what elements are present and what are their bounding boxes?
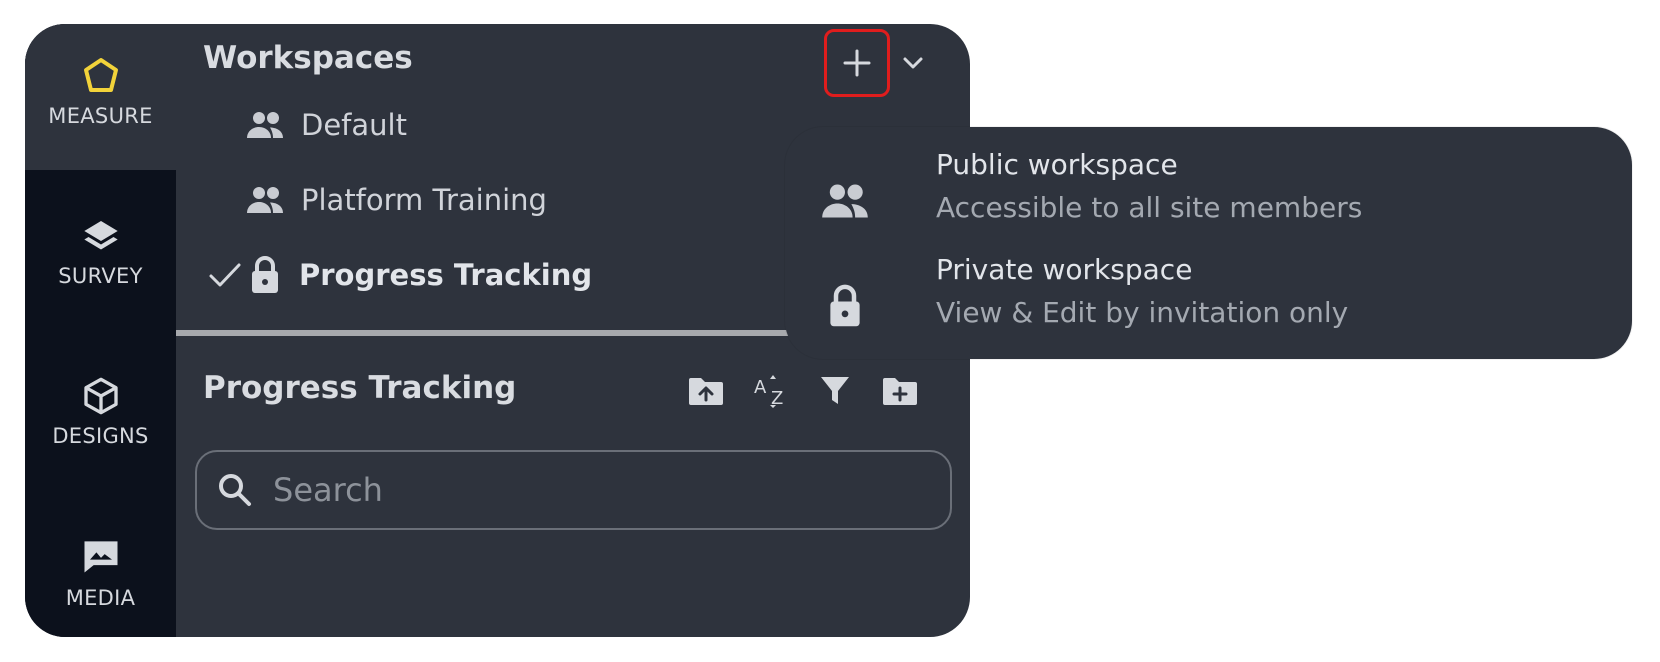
layers-icon — [83, 221, 118, 250]
rail-label: MEASURE — [48, 104, 153, 128]
search-input[interactable] — [271, 470, 915, 510]
current-workspace-title: Progress Tracking — [203, 370, 517, 406]
workspace-label: Progress Tracking — [299, 258, 593, 292]
pentagon-icon — [83, 58, 118, 92]
filter-icon[interactable] — [813, 369, 857, 413]
workspace-label: Platform Training — [301, 183, 547, 217]
lock-icon — [243, 255, 287, 295]
check-icon — [209, 263, 241, 287]
new-workspace-menu: Public workspace Accessible to all site … — [785, 127, 1632, 359]
chevron-down-icon[interactable] — [898, 48, 928, 78]
rail-item-designs[interactable]: DESIGNS — [25, 352, 176, 492]
workspaces-title: Workspaces — [203, 40, 413, 76]
menu-item-subtitle: View & Edit by invitation only — [936, 296, 1349, 329]
rail-item-survey[interactable]: SURVEY — [25, 192, 176, 332]
menu-item-title: Public workspace — [936, 148, 1178, 181]
group-icon — [243, 185, 287, 215]
rail-item-media[interactable]: MEDIA — [25, 510, 176, 637]
workspace-item-progress-tracking[interactable]: Progress Tracking — [207, 250, 592, 300]
lock-icon — [815, 281, 875, 331]
rail-label: MEDIA — [65, 586, 136, 610]
menu-item-title: Private workspace — [936, 253, 1193, 286]
svg-text:A: A — [754, 377, 767, 398]
rail-label: DESIGNS — [52, 424, 149, 448]
nav-rail: MEASURE SURVEY DESIGNS MEDIA — [25, 24, 176, 637]
plus-icon — [843, 49, 871, 77]
rail-item-measure[interactable]: MEASURE — [25, 24, 176, 170]
menu-item-private-workspace[interactable]: Private workspace View & Edit by invitat… — [785, 253, 1632, 353]
sort-az-icon[interactable]: A Z — [750, 369, 794, 413]
group-icon — [815, 176, 875, 226]
menu-item-public-workspace[interactable]: Public workspace Accessible to all site … — [785, 148, 1632, 248]
image-icon — [84, 541, 117, 573]
search-box[interactable] — [195, 450, 952, 530]
cube-icon — [83, 377, 118, 415]
folder-add-icon[interactable] — [878, 369, 922, 413]
add-workspace-button[interactable] — [824, 29, 890, 97]
rail-label: SURVEY — [58, 264, 143, 288]
workspace-item-default[interactable]: Default — [243, 100, 407, 150]
menu-item-subtitle: Accessible to all site members — [936, 191, 1363, 224]
workspace-item-platform-training[interactable]: Platform Training — [243, 175, 547, 225]
group-icon — [243, 110, 287, 140]
workspace-label: Default — [301, 108, 407, 142]
search-icon — [219, 474, 251, 506]
folder-upload-icon[interactable] — [684, 369, 728, 413]
